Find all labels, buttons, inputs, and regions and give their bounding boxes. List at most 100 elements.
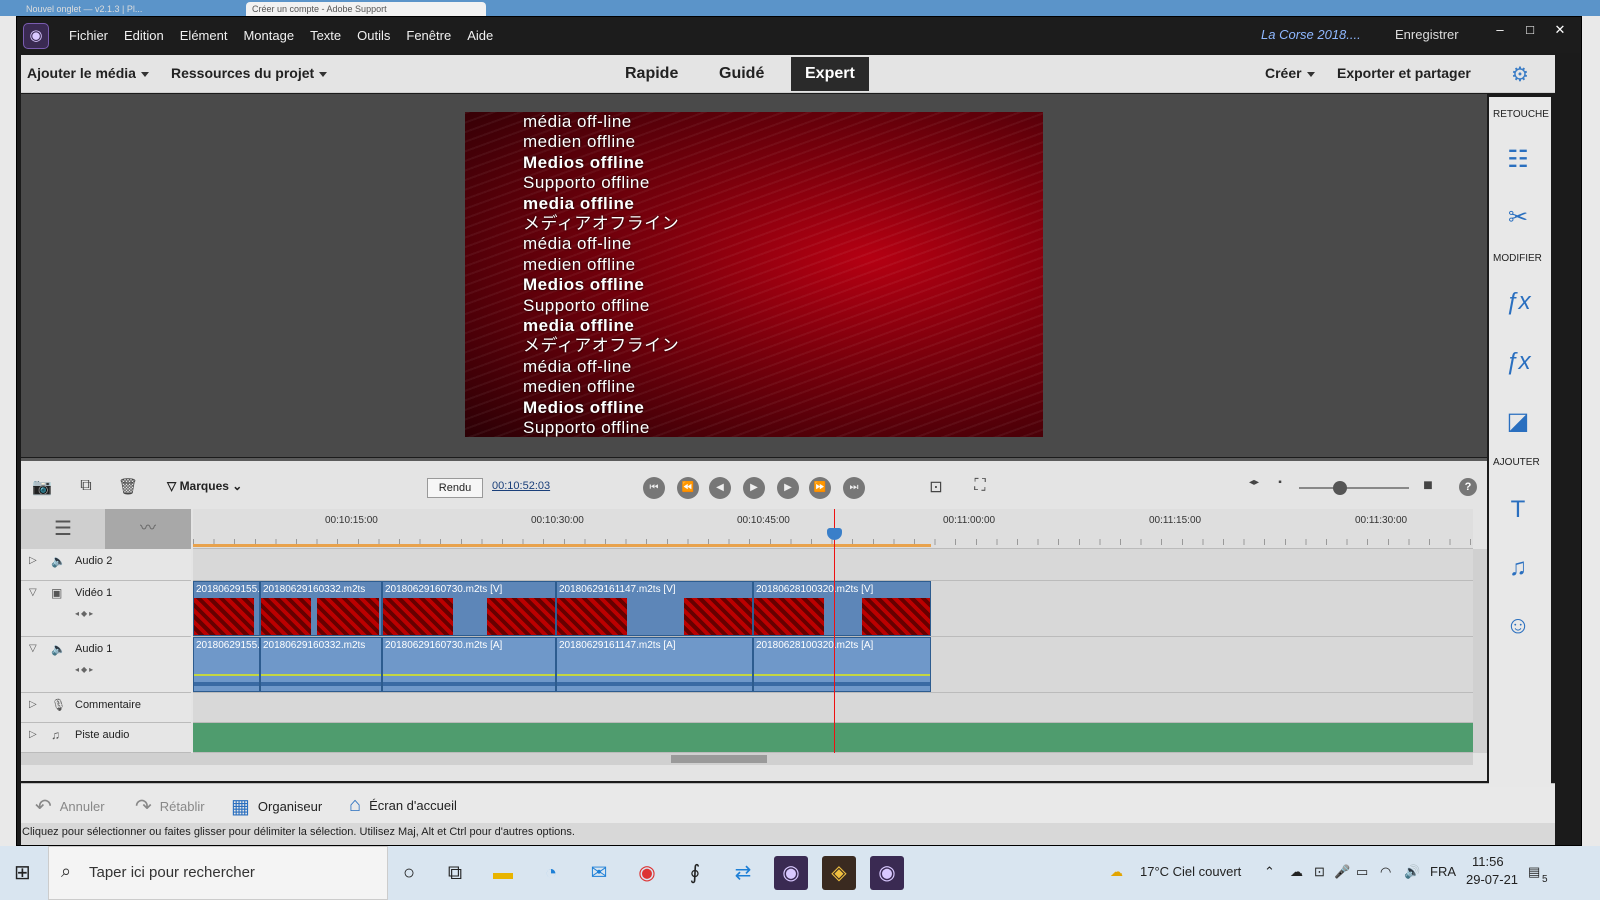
monitor-settings-icon[interactable]: ⊡ xyxy=(925,477,947,497)
network-icon[interactable]: ⊡ xyxy=(1314,864,1325,880)
zoom-out-icon[interactable]: ▪ xyxy=(1269,477,1291,497)
video-clip[interactable]: 20180629160332.m2ts xyxy=(260,581,382,636)
horizontal-scrollbar[interactable] xyxy=(21,753,1473,765)
render-button[interactable]: Rendu xyxy=(427,478,483,498)
menu-outils[interactable]: Outils xyxy=(357,28,390,43)
microphone-icon[interactable]: 🎙 xyxy=(51,698,66,712)
windows-start-icon[interactable]: ⊞ xyxy=(14,860,31,885)
cortana-icon[interactable]: ○ xyxy=(392,856,426,890)
video-preview[interactable]: média off-line medien offline Medios offli… xyxy=(465,112,1043,437)
menu-fenetre[interactable]: Fenêtre xyxy=(406,28,451,43)
photoshop-elements-icon[interactable]: ◈ xyxy=(822,856,856,890)
adjust-sliders-icon[interactable]: ☷ xyxy=(1503,145,1533,175)
tools-icon[interactable]: ✂ xyxy=(1503,203,1533,233)
graphics-icon[interactable]: ☺ xyxy=(1503,611,1533,641)
vertical-scrollbar[interactable] xyxy=(1473,549,1487,753)
camera-icon[interactable]: 📷 xyxy=(31,477,53,497)
wifi-icon[interactable]: ◠ xyxy=(1380,864,1391,880)
menu-montage[interactable]: Montage xyxy=(243,28,294,43)
notification-icon[interactable]: ▤ xyxy=(1528,864,1540,880)
battery-icon[interactable]: ▭ xyxy=(1356,864,1368,880)
mail-icon[interactable]: ✉ xyxy=(582,856,616,890)
home-screen-button[interactable]: ⌂ Écran d'accueil xyxy=(349,794,457,817)
resize-icon[interactable]: ⧉ xyxy=(75,477,97,497)
expand-icon[interactable]: ▷ xyxy=(29,729,37,740)
edge-icon[interactable]: ◔ xyxy=(534,856,568,890)
maximize-button[interactable]: □ xyxy=(1515,20,1545,40)
music-icon[interactable]: ♫ xyxy=(1503,553,1533,583)
audio-clip[interactable]: 20180629160730.m2ts [A] xyxy=(382,637,556,692)
minimize-button[interactable]: – xyxy=(1485,20,1515,40)
menu-fichier[interactable]: Fichier xyxy=(69,28,108,43)
language-indicator[interactable]: FRA xyxy=(1430,864,1456,879)
play-icon[interactable]: ▶ xyxy=(743,477,765,499)
speaker-icon[interactable]: 🔈 xyxy=(51,554,66,568)
audio-waveform-icon[interactable]: 〰 xyxy=(105,509,191,549)
next-edit-icon[interactable]: ⏩ xyxy=(809,477,831,499)
audio-clip[interactable]: 20180629160332.m2ts xyxy=(260,637,382,692)
prev-edit-icon[interactable]: ⏪ xyxy=(677,477,699,499)
lane-audio2[interactable] xyxy=(193,549,1473,581)
app-icon[interactable]: ∮ xyxy=(678,856,712,890)
clock-date[interactable]: 29-07-21 xyxy=(1466,872,1518,887)
redo-button[interactable]: ↷ Rétablir xyxy=(135,794,205,819)
titles-icon[interactable]: T xyxy=(1503,495,1533,525)
lane-narration[interactable] xyxy=(193,693,1473,723)
keyframe-nav[interactable]: ◂◆▸ xyxy=(75,609,95,618)
file-explorer-icon[interactable]: ▬ xyxy=(486,856,520,890)
lane-video1[interactable]: 20180629155... 20180629160332.m2ts 20180… xyxy=(193,581,1473,637)
expand-icon[interactable]: ▷ xyxy=(29,555,37,566)
video-clip[interactable]: 20180629160730.m2ts [V] xyxy=(382,581,556,636)
transitions-icon[interactable]: ◪ xyxy=(1503,407,1533,437)
chevron-up-icon[interactable]: ⌃ xyxy=(1264,864,1275,880)
weather-text[interactable]: 17°C Ciel couvert xyxy=(1140,864,1241,879)
playhead-line[interactable] xyxy=(834,509,835,753)
step-back-icon[interactable]: ◀ xyxy=(709,477,731,499)
fullscreen-icon[interactable]: ⛶ xyxy=(969,477,991,497)
track-list-icon[interactable]: ☰ xyxy=(21,509,105,549)
teamviewer-icon[interactable]: ⇄ xyxy=(726,856,760,890)
undo-button[interactable]: ↶ Annuler xyxy=(35,794,105,819)
video-clip[interactable]: 20180629161147.m2ts [V] xyxy=(556,581,753,636)
scroll-thumb[interactable] xyxy=(671,755,767,763)
taskbar-search[interactable]: ⌕ Taper ici pour rechercher xyxy=(48,846,388,900)
goto-start-icon[interactable]: ⏮ xyxy=(643,477,665,499)
collapse-icon[interactable]: ▽ xyxy=(29,587,37,598)
audio-clip[interactable]: 20180628100320.m2ts [A] xyxy=(753,637,931,692)
menu-aide[interactable]: Aide xyxy=(467,28,493,43)
goto-end-icon[interactable]: ⏭ xyxy=(843,477,865,499)
collapse-icon[interactable]: ▽ xyxy=(29,643,37,654)
microphone-icon[interactable]: 🎤 xyxy=(1334,864,1350,880)
tab-guide[interactable]: Guidé xyxy=(705,57,778,91)
applied-effects-icon[interactable]: ƒx xyxy=(1503,287,1533,317)
step-forward-icon[interactable]: ▶ xyxy=(777,477,799,499)
onedrive-icon[interactable]: ☁ xyxy=(1290,864,1303,880)
keyframe-nav[interactable]: ◂◆▸ xyxy=(75,665,95,674)
help-icon[interactable]: ? xyxy=(1459,478,1477,496)
project-assets-menu[interactable]: Ressources du projet xyxy=(171,65,328,81)
audio-clip[interactable]: 20180629161147.m2ts [A] xyxy=(556,637,753,692)
work-area-bar[interactable] xyxy=(193,544,931,547)
save-button[interactable]: Enregistrer xyxy=(1395,27,1459,42)
create-menu[interactable]: Créer xyxy=(1265,65,1315,81)
timecode-display[interactable]: 00:10:52:03 xyxy=(492,480,550,492)
video-clip[interactable]: 20180628100320.m2ts [V] xyxy=(753,581,931,636)
menu-element[interactable]: Elément xyxy=(180,28,228,43)
lane-audio1[interactable]: 20180629155... 20180629160332.m2ts 20180… xyxy=(193,637,1473,693)
chrome-icon[interactable]: ◉ xyxy=(630,856,664,890)
speaker-icon[interactable]: 🔈 xyxy=(51,642,66,656)
film-icon[interactable]: ▣ xyxy=(51,586,62,600)
gear-icon[interactable]: ⚙ xyxy=(1511,62,1529,87)
premiere-elements-active-icon[interactable]: ◉ xyxy=(870,856,904,890)
task-view-icon[interactable]: ⧉ xyxy=(438,856,472,890)
expand-icon[interactable]: ▷ xyxy=(29,699,37,710)
premiere-elements-icon[interactable]: ◉ xyxy=(774,856,808,890)
zoom-in-icon[interactable]: ■ xyxy=(1417,477,1439,497)
export-share-button[interactable]: Exporter et partager xyxy=(1337,65,1471,81)
trash-icon[interactable]: 🗑 xyxy=(117,477,139,497)
audio-clip[interactable]: 20180629155... xyxy=(193,637,260,692)
browser-tab-1[interactable]: Nouvel onglet — v2.1.3 | Pl... xyxy=(20,2,240,16)
effects-icon[interactable]: ƒx xyxy=(1503,347,1533,377)
zoom-slider-track[interactable] xyxy=(1299,487,1409,489)
menu-texte[interactable]: Texte xyxy=(310,28,341,43)
